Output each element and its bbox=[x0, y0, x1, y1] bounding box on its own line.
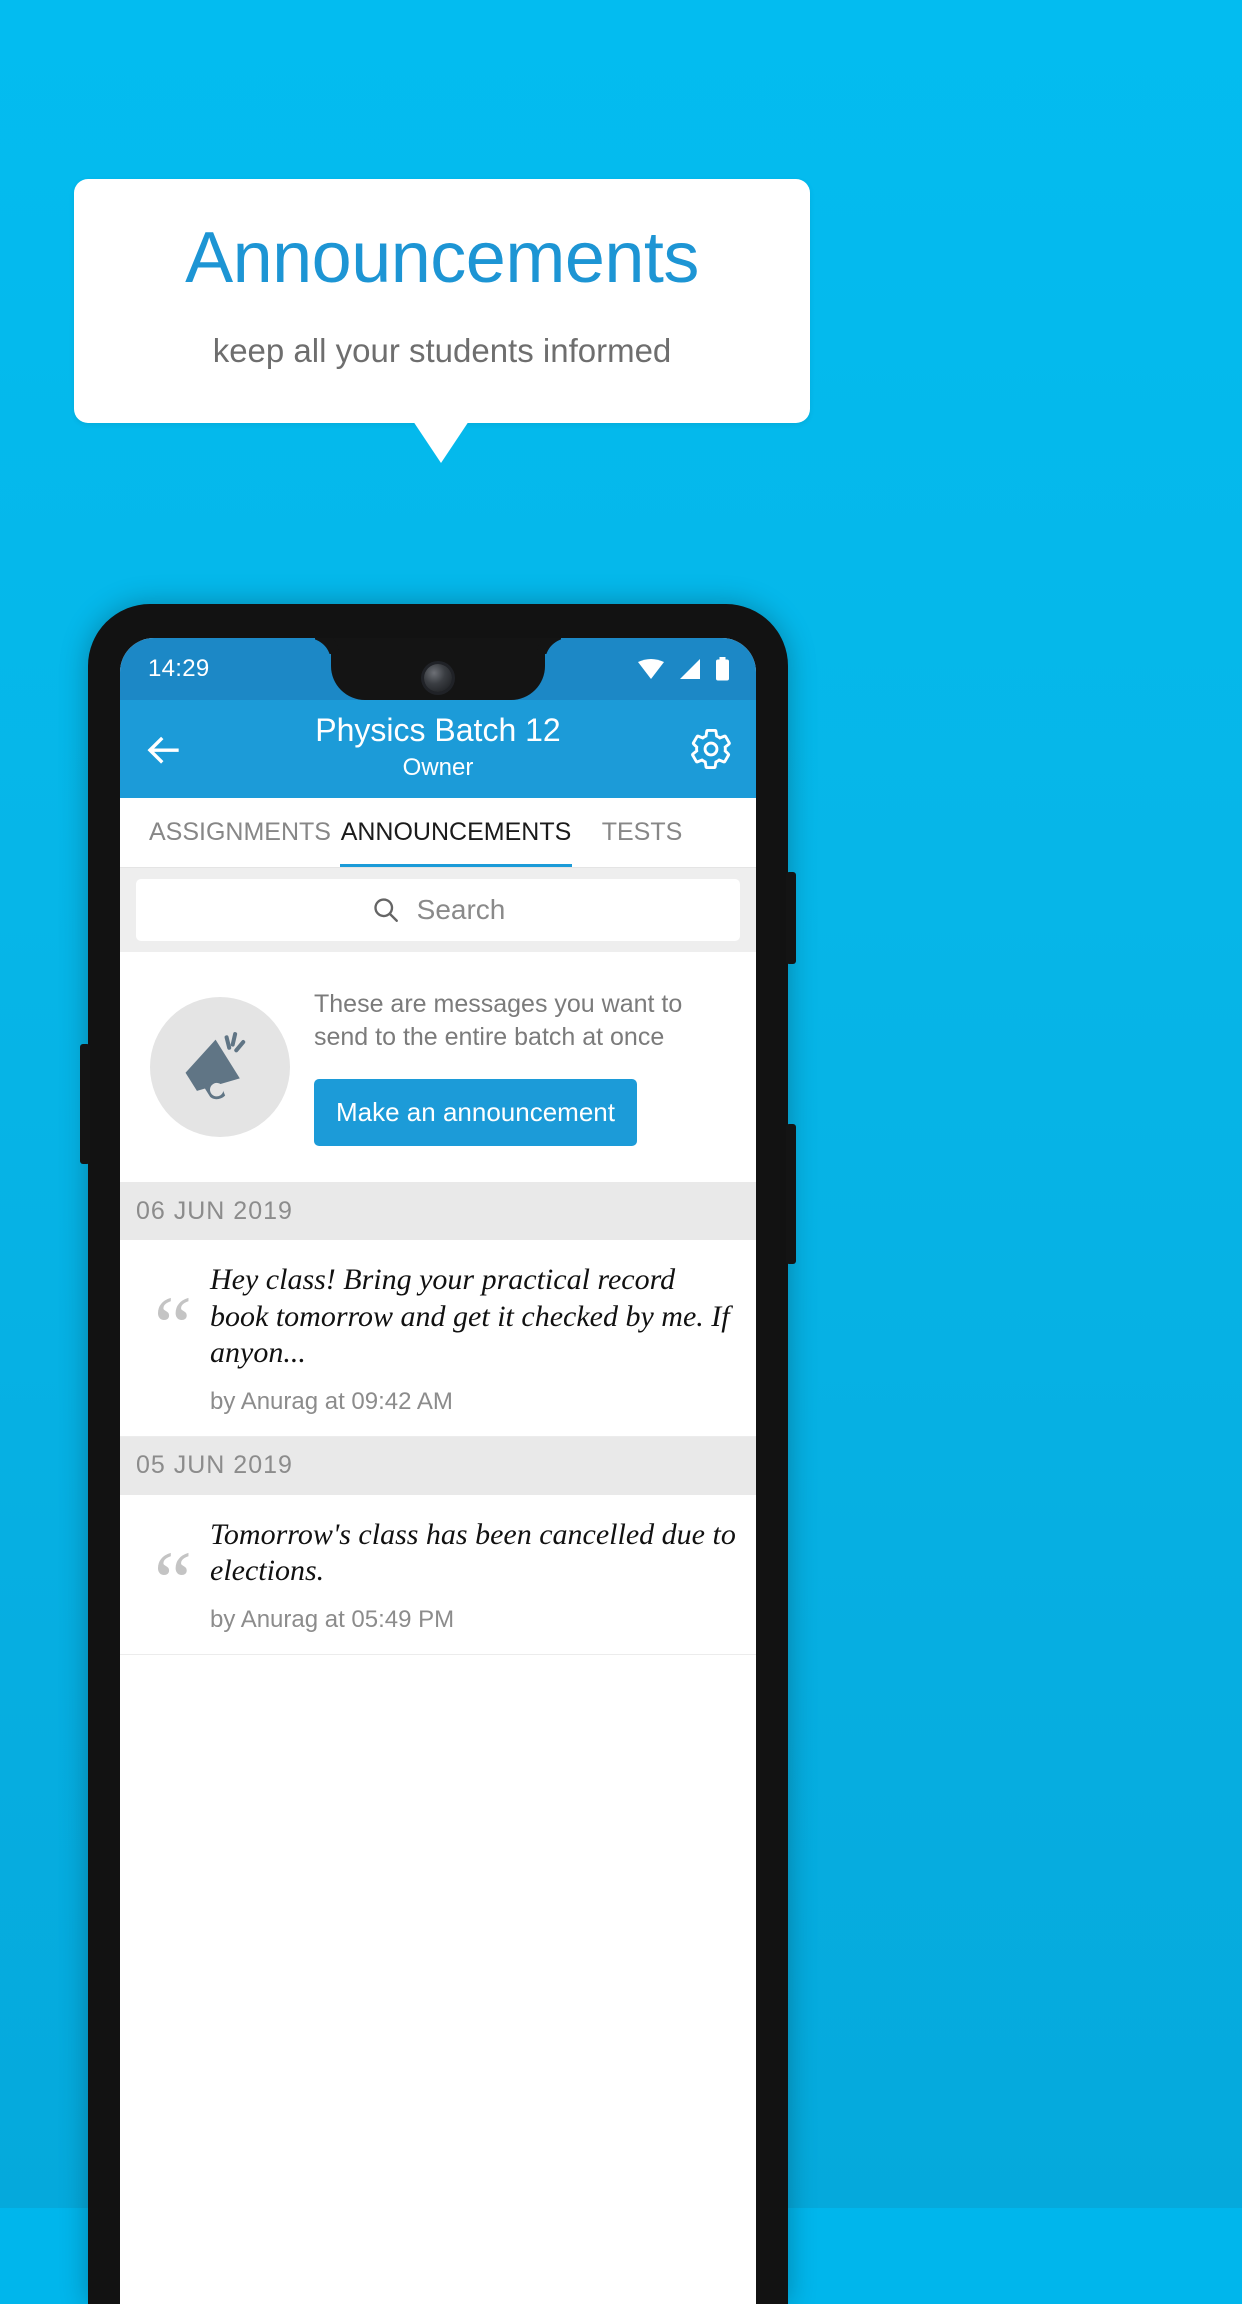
announcement-body: Hey class! Bring your practical record b… bbox=[210, 1262, 740, 1416]
wifi-icon bbox=[638, 659, 664, 679]
page-subtitle: Owner bbox=[402, 754, 474, 781]
back-arrow-icon[interactable] bbox=[142, 728, 186, 772]
announcement-text: Hey class! Bring your practical record b… bbox=[210, 1263, 730, 1370]
megaphone-icon bbox=[185, 1032, 246, 1100]
speech-bubble-tail bbox=[413, 421, 469, 463]
search-placeholder: Search bbox=[416, 894, 506, 925]
date-header: 06 JUN 2019 bbox=[120, 1182, 756, 1240]
battery-icon bbox=[716, 657, 729, 681]
promo-description: These are messages you want to send to t… bbox=[314, 990, 683, 1051]
list-item[interactable]: “ Hey class! Bring your practical record… bbox=[120, 1240, 756, 1437]
phone-mockup: 14:29 Physics Batch 12 Owner ASSIGNMENTS… bbox=[80, 604, 796, 2304]
tab-assignments[interactable]: ASSIGNMENTS bbox=[140, 798, 340, 867]
quote-icon: “ bbox=[153, 1278, 193, 1374]
front-camera bbox=[424, 664, 452, 692]
status-time: 14:29 bbox=[148, 655, 210, 682]
announcement-meta: by Anurag at 09:42 AM bbox=[210, 1387, 453, 1415]
tab-announcements[interactable]: ANNOUNCEMENTS bbox=[340, 798, 572, 867]
phone-screen: 14:29 Physics Batch 12 Owner ASSIGNMENTS… bbox=[120, 638, 756, 2304]
tab-bar: ASSIGNMENTS ANNOUNCEMENTS TESTS bbox=[120, 798, 756, 868]
promo-card-content: These are messages you want to send to t… bbox=[314, 988, 738, 1146]
megaphone-icon-circle bbox=[150, 997, 290, 1137]
phone-notch bbox=[331, 638, 545, 700]
search-bar-container: Search bbox=[120, 868, 756, 952]
page-title: Physics Batch 12 bbox=[315, 712, 561, 748]
announcement-list: 06 JUN 2019 “ Hey class! Bring your prac… bbox=[120, 1182, 756, 2304]
announcement-body: Tomorrow's class has been cancelled due … bbox=[210, 1517, 740, 1634]
quote-icon: “ bbox=[153, 1532, 193, 1629]
signal-icon bbox=[680, 659, 700, 679]
promo-subtitle: keep all your students informed bbox=[212, 332, 672, 369]
status-icons bbox=[637, 657, 730, 681]
promo-speech-bubble: Announcements keep all your students inf… bbox=[74, 179, 810, 423]
tab-overflow[interactable] bbox=[712, 798, 752, 867]
search-input[interactable]: Search bbox=[136, 879, 740, 941]
tab-tests[interactable]: TESTS bbox=[572, 798, 712, 867]
make-announcement-button[interactable]: Make an announcement bbox=[314, 1079, 637, 1146]
phone-power-button bbox=[786, 872, 796, 964]
announcement-text: Tomorrow's class has been cancelled due … bbox=[210, 1517, 736, 1588]
list-item[interactable]: “ Tomorrow's class has been cancelled du… bbox=[120, 1494, 756, 1655]
search-icon bbox=[373, 898, 398, 922]
announcement-meta: by Anurag at 05:49 PM bbox=[210, 1605, 455, 1633]
announcement-promo-card: These are messages you want to send to t… bbox=[120, 952, 756, 1182]
app-bar: Physics Batch 12 Owner bbox=[120, 700, 756, 798]
promo-title: Announcements bbox=[185, 218, 699, 298]
phone-volume-button bbox=[786, 1124, 796, 1264]
date-header: 05 JUN 2019 bbox=[120, 1436, 756, 1495]
gear-icon[interactable] bbox=[688, 726, 734, 772]
phone-assistant-button bbox=[80, 1044, 90, 1164]
